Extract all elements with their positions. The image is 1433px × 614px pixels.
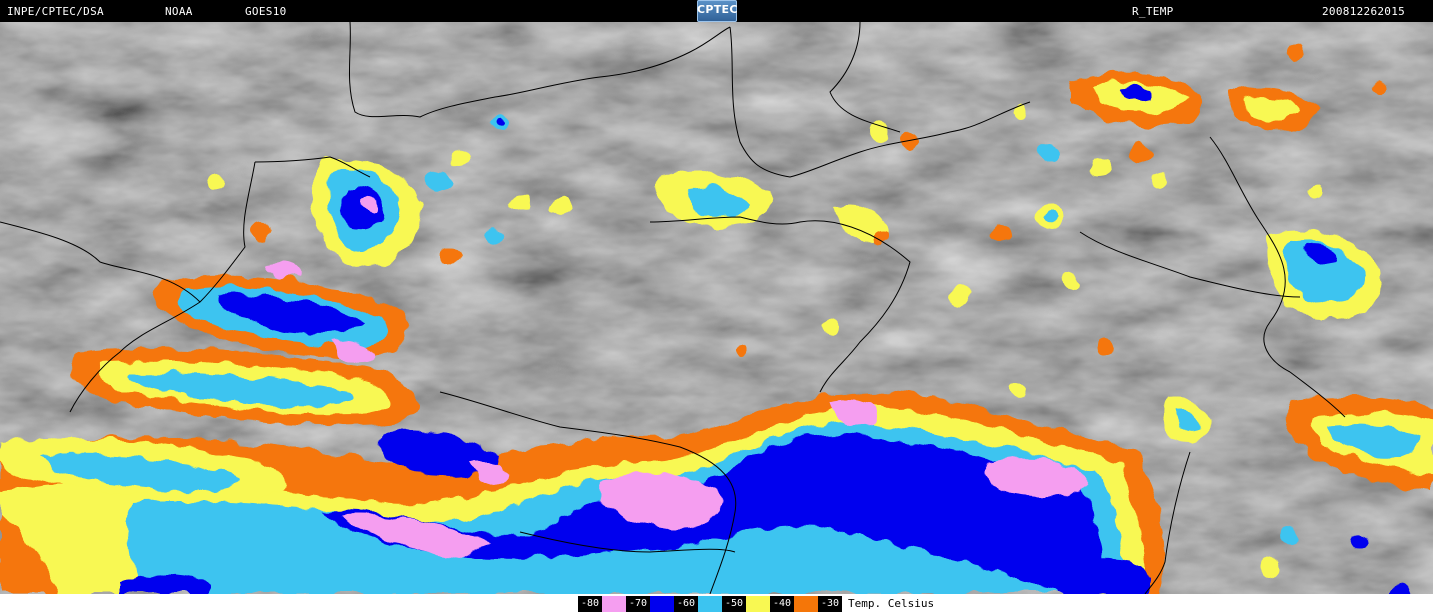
satellite-label: GOES10 [245,5,287,18]
product-label: R_TEMP [1132,5,1174,18]
legend-value-minus-50: -50 [722,596,746,612]
header-bar: INPE/CPTEC/DSA NOAA GOES10 CPTEC R_TEMP … [0,0,1433,22]
legend-swatch-minus-80 [602,596,626,612]
legend-swatch-minus-50 [746,596,770,612]
legend-value-minus-80: -80 [578,596,602,612]
agency-label: NOAA [165,5,193,18]
legend-bar: -80 -70 -60 -50 -40 -30 Temp. Celsius [0,594,1433,614]
legend-value-minus-30: -30 [818,596,842,612]
datetime-label: 200812262015 [1322,5,1406,18]
legend-value-minus-70: -70 [626,596,650,612]
cptec-logo: CPTEC [697,0,737,22]
legend-value-minus-60: -60 [674,596,698,612]
legend-swatch-minus-40 [794,596,818,612]
temperature-legend: -80 -70 -60 -50 -40 -30 Temp. Celsius [578,596,934,612]
cptec-logo-text: CPTEC [697,3,738,16]
source-label: INPE/CPTEC/DSA [7,5,104,18]
legend-swatch-minus-60 [698,596,722,612]
legend-value-minus-40: -40 [770,596,794,612]
satellite-map [0,22,1433,594]
legend-unit-label: Temp. Celsius [848,597,935,610]
legend-swatch-minus-70 [650,596,674,612]
satellite-image [0,22,1433,594]
